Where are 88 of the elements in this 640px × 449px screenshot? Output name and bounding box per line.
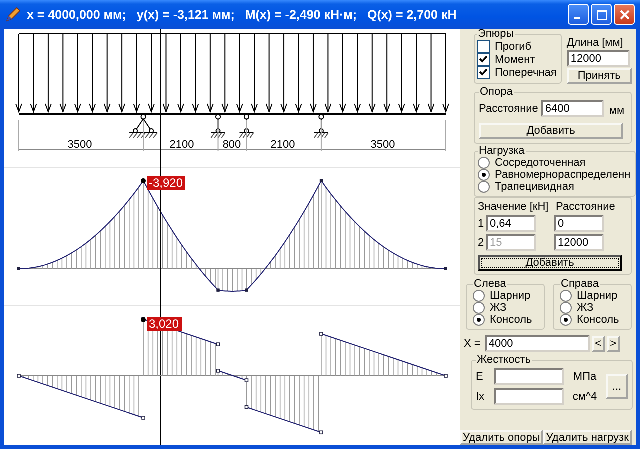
stiffness-input[interactable] [494, 388, 564, 405]
group-title: Эпюры [477, 29, 516, 40]
footer-button[interactable]: Удалить нагрузк [543, 430, 632, 445]
length-input[interactable]: 12000 [566, 50, 630, 67]
group-title: Нагрузка [478, 146, 526, 157]
checkbox-label: Прогиб [495, 40, 532, 52]
row-number: 2 [478, 236, 486, 248]
unit-label: мм [609, 104, 625, 116]
checkbox-label: Момент [495, 54, 536, 66]
radio-circle[interactable] [473, 302, 485, 314]
more-button[interactable]: ... [606, 374, 628, 399]
x-input[interactable]: 4000 [484, 335, 590, 352]
maximize-icon [596, 10, 606, 20]
radio-circle[interactable] [560, 314, 572, 326]
radio-button[interactable]: Трапецивидная [478, 181, 631, 193]
group-title: Слева [473, 279, 508, 290]
radio-button[interactable]: Шарнир [473, 290, 540, 302]
minimize-button[interactable] [568, 4, 589, 25]
maximize-button[interactable] [591, 4, 612, 25]
radio-circle[interactable] [478, 169, 490, 181]
checkbox-label: Поперечная [495, 66, 557, 78]
field-label: Ix [476, 390, 486, 402]
row-number: 1 [478, 218, 486, 230]
radio-label: Шарнир [577, 290, 618, 302]
load-distance-input[interactable]: 0 [554, 215, 604, 232]
radio-label: ЖЗ [490, 302, 507, 314]
checkbox[interactable]: Момент [477, 53, 557, 66]
column-header: Расстояние [556, 201, 616, 213]
group-title: Жесткость [476, 355, 532, 366]
group-title: Справа [560, 279, 600, 290]
radio-label: Консоль [490, 314, 532, 326]
radio-button[interactable]: Шарнир [560, 290, 627, 302]
dimension-label: 2100 [170, 139, 194, 151]
checkbox-box[interactable] [477, 66, 490, 79]
dimension-label: 2100 [270, 139, 296, 151]
pin-support-drawing [129, 114, 158, 138]
window-title: x = 4000,000 мм; y(x) = -3,121 мм; M(x) = -2,490 кН·м; Q(x) = 2,700 кН [27, 8, 458, 22]
footer-button[interactable]: Удалить опоры [460, 430, 544, 445]
add-support-button[interactable]: Добавить [479, 123, 623, 139]
dimension-label: 3500 [370, 139, 396, 151]
dimension-label: 800 [222, 139, 242, 151]
load-value-input[interactable]: 0,64 [486, 215, 536, 232]
radio-label: Шарнир [490, 290, 531, 302]
radio-button[interactable]: ЖЗ [560, 302, 627, 314]
checkbox[interactable]: Прогиб [477, 40, 557, 53]
peak-value-label: 3,020 [147, 317, 182, 331]
length-label: Длина [мм] [566, 37, 624, 49]
radio-circle[interactable] [478, 157, 490, 169]
previous-button[interactable]: < [592, 336, 605, 352]
radio-label: Сосредоточенная [495, 157, 586, 169]
support-distance-input[interactable]: 6400 [541, 100, 604, 117]
minimize-icon [574, 17, 580, 19]
stiffness-input[interactable] [494, 368, 564, 385]
post-support-drawing [314, 114, 329, 138]
radio-button[interactable]: Консоль [473, 314, 540, 326]
load-distance-input[interactable]: 12000 [554, 234, 604, 251]
radio-circle[interactable] [560, 290, 572, 302]
radio-label: Консоль [577, 314, 620, 326]
dimension-label: 3500 [68, 139, 92, 151]
radio-circle[interactable] [473, 290, 485, 302]
radio-button[interactable]: Консоль [560, 314, 627, 326]
field-label: E [476, 370, 484, 382]
column-header: Значение [кН] [478, 201, 550, 213]
add-load-button[interactable]: Добавить [478, 255, 622, 271]
group-title: Опора [479, 87, 514, 98]
peak-value-label: -3,920 [147, 176, 185, 190]
next-button[interactable]: > [606, 336, 620, 352]
close-icon [620, 10, 630, 20]
radio-button[interactable]: Сосредоточенная [478, 157, 631, 169]
checkbox[interactable]: Поперечная [477, 66, 557, 79]
apply-button[interactable]: Принять [566, 68, 632, 84]
checkbox-box[interactable] [477, 40, 490, 53]
distance-label: Расстояние [479, 102, 538, 114]
radio-circle[interactable] [473, 314, 485, 326]
beam-canvas[interactable]: 3500 2100 800 2100 3500 -3,920 3,020 [4, 29, 460, 445]
unit-label: см^4 [572, 390, 598, 402]
radio-circle[interactable] [478, 181, 490, 193]
radio-button[interactable]: ЖЗ [473, 302, 540, 314]
radio-label: ЖЗ [577, 302, 594, 314]
unit-label: МПа [572, 370, 598, 382]
close-button[interactable] [614, 4, 635, 25]
post-support-drawing [239, 114, 254, 138]
pencil-icon [5, 6, 21, 22]
x-label: X = [464, 338, 481, 350]
radio-label: Трапецивидная [495, 181, 574, 193]
post-support-drawing [210, 114, 226, 138]
checkbox-box[interactable] [477, 53, 490, 66]
radio-circle[interactable] [560, 302, 572, 314]
